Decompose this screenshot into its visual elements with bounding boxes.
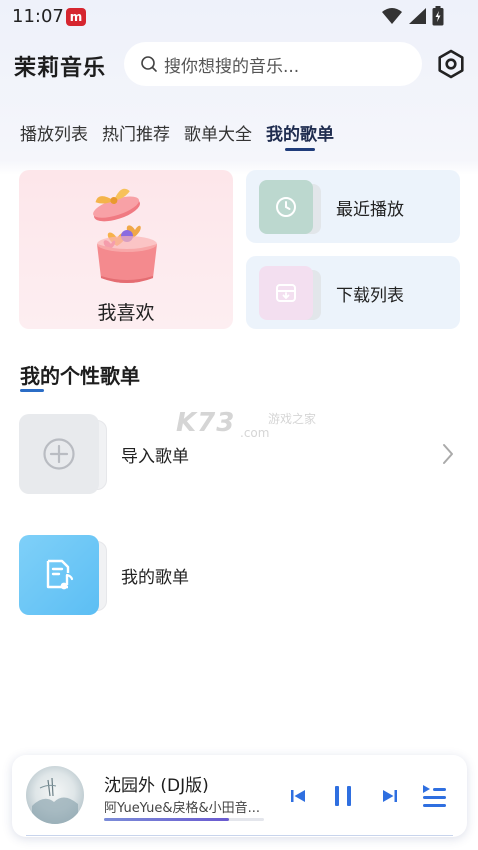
skip-next-icon — [383, 790, 397, 802]
settings-icon[interactable] — [436, 49, 466, 79]
music-doc-icon — [46, 559, 74, 590]
my-playlist-item[interactable]: 我的歌单 — [19, 535, 459, 617]
status-time: 11:07 — [12, 6, 64, 27]
mini-player[interactable]: 沈园外 (DJ版) 阿YueYue&戾格&小田音... — [12, 755, 467, 837]
album-cover[interactable] — [26, 766, 84, 824]
battery-icon — [432, 6, 444, 26]
recent-played-card[interactable]: 最近播放 — [246, 170, 460, 243]
pause-button[interactable] — [332, 781, 354, 811]
tab-bar: 播放列表 热门推荐 歌单大全 我的歌单 — [20, 120, 334, 152]
search-icon — [141, 56, 157, 72]
progress-fill — [104, 818, 229, 821]
progress-bar[interactable] — [104, 818, 264, 821]
album-art-icon — [32, 777, 78, 824]
skip-previous-icon — [291, 790, 305, 802]
my-playlist-label: 我的歌单 — [121, 568, 189, 588]
app-notification-icon: m — [66, 8, 86, 26]
search-input[interactable]: 搜你想搜的音乐... — [124, 42, 422, 86]
download-icon — [276, 284, 296, 302]
section-underline — [20, 389, 44, 392]
signal-icon — [409, 8, 426, 24]
watermark: K73 游戏之家 .com — [176, 408, 316, 440]
recent-played-label: 最近播放 — [336, 200, 404, 220]
playlist-queue-button[interactable] — [420, 781, 448, 811]
tab-hot-recommend[interactable]: 热门推荐 — [102, 120, 170, 152]
song-title: 沈园外 (DJ版) — [104, 776, 209, 796]
tab-playlist[interactable]: 播放列表 — [20, 120, 88, 152]
queue-list-icon — [423, 785, 446, 807]
plus-circle-icon — [43, 438, 75, 470]
wifi-icon — [382, 8, 402, 24]
clock-icon — [276, 197, 296, 217]
gift-box-icon — [93, 188, 157, 283]
tab-playlist-all[interactable]: 歌单大全 — [184, 120, 252, 152]
pause-icon — [335, 786, 351, 806]
favorites-label: 我喜欢 — [97, 302, 155, 324]
next-button[interactable] — [380, 781, 400, 811]
status-bar: 11:07 m — [0, 0, 478, 34]
previous-button[interactable] — [288, 781, 308, 811]
download-list-label: 下载列表 — [336, 286, 404, 306]
app-title: 茉莉音乐 — [14, 56, 107, 81]
section-title: 我的个性歌单 — [20, 364, 140, 388]
favorites-card[interactable]: 我喜欢 — [19, 170, 233, 329]
import-playlist-label: 导入歌单 — [121, 447, 189, 467]
watermark-logo: K73 — [176, 408, 236, 438]
song-artist: 阿YueYue&戾格&小田音... — [104, 801, 261, 816]
import-playlist-item[interactable]: 导入歌单 — [19, 414, 459, 496]
chevron-right-icon — [443, 444, 453, 464]
tab-my-playlists[interactable]: 我的歌单 — [266, 120, 334, 152]
search-placeholder: 搜你想搜的音乐... — [164, 56, 300, 77]
status-icons — [382, 6, 444, 26]
watermark-domain: .com — [240, 426, 270, 440]
download-list-card[interactable]: 下载列表 — [246, 256, 460, 329]
player-divider — [26, 835, 453, 836]
watermark-text: 游戏之家 — [268, 412, 317, 426]
